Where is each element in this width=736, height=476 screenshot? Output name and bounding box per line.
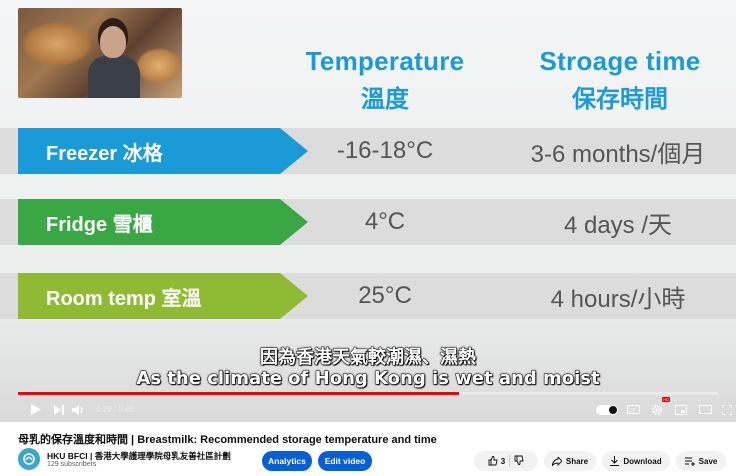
edit-video-button[interactable]: Edit video	[318, 451, 372, 471]
hd-badge: HD	[662, 396, 670, 402]
cell-temp-freezer: -16-18°C	[336, 137, 434, 164]
fullscreen-icon[interactable]	[720, 400, 734, 420]
progress-bar[interactable]	[18, 392, 718, 395]
volume-icon[interactable]	[68, 400, 88, 420]
cell-time-freezer: 3-6 months/個月	[530, 140, 706, 168]
cell-time-room: 4 hours/小時	[550, 285, 686, 313]
player-controls: 0:29 / 0:46 CC HD	[0, 396, 736, 422]
next-icon[interactable]	[50, 400, 68, 420]
share-icon	[551, 456, 562, 466]
video-title: 母乳的保存溫度和時間 | Breastmilk: Recommended sto…	[18, 434, 437, 446]
like-icon[interactable]: 3	[488, 456, 505, 466]
cell-temp-fridge: 4°C	[364, 208, 406, 235]
like-dislike-group: 3	[474, 451, 538, 471]
save-icon	[684, 457, 695, 466]
row-label-freezer: Freezer 冰格	[46, 142, 163, 165]
settings-icon[interactable]: HD	[648, 396, 670, 420]
video-player[interactable]: Temperature 溫度 Stroage time 保存時間 Freezer…	[0, 0, 736, 422]
miniplayer-icon[interactable]	[672, 400, 690, 420]
channel-avatar[interactable]	[18, 448, 40, 470]
subtitle-en: As the climate of Hong Kong is wet and m…	[136, 368, 600, 390]
header-storage-time: Stroage time 保存時間	[539, 46, 701, 113]
like-count: 3	[500, 456, 506, 466]
webcam-overlay	[18, 8, 182, 98]
progress-fill	[18, 392, 459, 395]
dislike-icon[interactable]	[514, 455, 524, 467]
time-display: 0:29 / 0:46	[96, 405, 134, 414]
row-label-fridge: Fridge 雪櫃	[46, 213, 153, 236]
play-icon[interactable]	[22, 400, 50, 420]
download-icon	[610, 456, 620, 466]
analytics-button[interactable]: Analytics	[262, 451, 312, 471]
download-button[interactable]: Download	[602, 451, 670, 471]
cell-time-fridge: 4 days /天	[563, 211, 673, 239]
theater-icon[interactable]	[696, 400, 714, 420]
svg-text:CC: CC	[629, 408, 636, 414]
save-button[interactable]: Save	[676, 451, 726, 471]
row-label-room: Room temp 室溫	[46, 287, 202, 310]
subscriber-count: 129 subscribers	[47, 461, 97, 468]
cc-icon[interactable]: CC	[624, 400, 642, 420]
cell-temp-room: 25°C	[358, 282, 412, 309]
header-temperature: Temperature 溫度	[305, 46, 465, 113]
subtitle-zh: 因為香港天氣較潮濕、濕熱	[260, 347, 477, 369]
autoplay-toggle[interactable]	[596, 404, 618, 415]
share-button[interactable]: Share	[544, 451, 596, 471]
